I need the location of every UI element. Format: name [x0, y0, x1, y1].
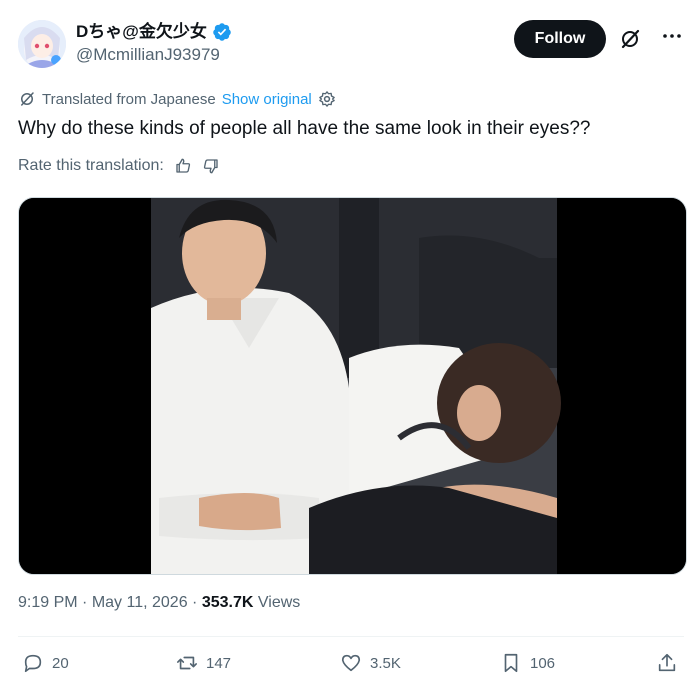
repost-count: 147 — [206, 654, 232, 672]
share-icon — [658, 653, 676, 672]
meta-separator: · — [82, 594, 88, 611]
tweet-time[interactable]: 9:19 PM — [18, 594, 78, 611]
tweet-meta: 9:19 PM · May 11, 2026 · 353.7K Views — [18, 594, 300, 612]
more-icon[interactable] — [660, 24, 684, 48]
show-original-link[interactable]: Show original — [222, 91, 312, 108]
display-name-text[interactable]: Dちゃ@金欠少女 — [76, 21, 207, 43]
bookmark-button[interactable]: 106 — [500, 652, 555, 674]
rate-label: Rate this translation: — [18, 157, 164, 174]
avatar[interactable] — [18, 20, 66, 68]
thumbs-down-icon[interactable] — [202, 157, 220, 175]
views-label: Views — [257, 594, 301, 611]
handle[interactable]: @McmillianJ93979 — [76, 43, 232, 67]
gear-icon[interactable] — [318, 90, 336, 108]
translate-icon — [21, 92, 34, 106]
tweet-text: Why do these kinds of people all have th… — [18, 118, 591, 139]
divider — [18, 636, 684, 637]
thumbs-up-icon[interactable] — [174, 157, 192, 175]
translated-label: Translated from Japanese — [42, 90, 216, 108]
grok-icon[interactable] — [618, 27, 642, 51]
action-bar: 20 147 3.5K 106 — [22, 652, 684, 678]
meta-separator: · — [192, 594, 198, 611]
bookmark-count: 106 — [530, 654, 556, 672]
author-block: Dちゃ@金欠少女 @McmillianJ93979 — [76, 21, 232, 67]
tweet-header: Dちゃ@金欠少女 @McmillianJ93979 Follow — [18, 18, 684, 68]
tweet-date[interactable]: May 11, 2026 — [92, 594, 188, 611]
like-count: 3.5K — [370, 654, 401, 672]
bookmark-icon — [504, 653, 518, 673]
heart-icon — [341, 654, 361, 672]
view-count: 353.7K — [201, 594, 254, 611]
repost-icon — [177, 656, 197, 670]
follow-button[interactable]: Follow — [514, 20, 606, 58]
verified-badge-icon — [213, 23, 231, 41]
repost-button[interactable]: 147 — [176, 652, 231, 674]
photo-media[interactable] — [18, 197, 687, 575]
translation-notice: Translated from Japanese Show original — [18, 88, 336, 110]
reply-icon — [24, 654, 42, 673]
reply-button[interactable]: 20 — [22, 652, 69, 674]
reply-count: 20 — [52, 654, 69, 672]
like-button[interactable]: 3.5K — [340, 652, 401, 674]
rate-translation: Rate this translation: — [18, 157, 220, 175]
display-name[interactable]: Dちゃ@金欠少女 — [76, 21, 232, 43]
share-button[interactable] — [656, 652, 678, 674]
